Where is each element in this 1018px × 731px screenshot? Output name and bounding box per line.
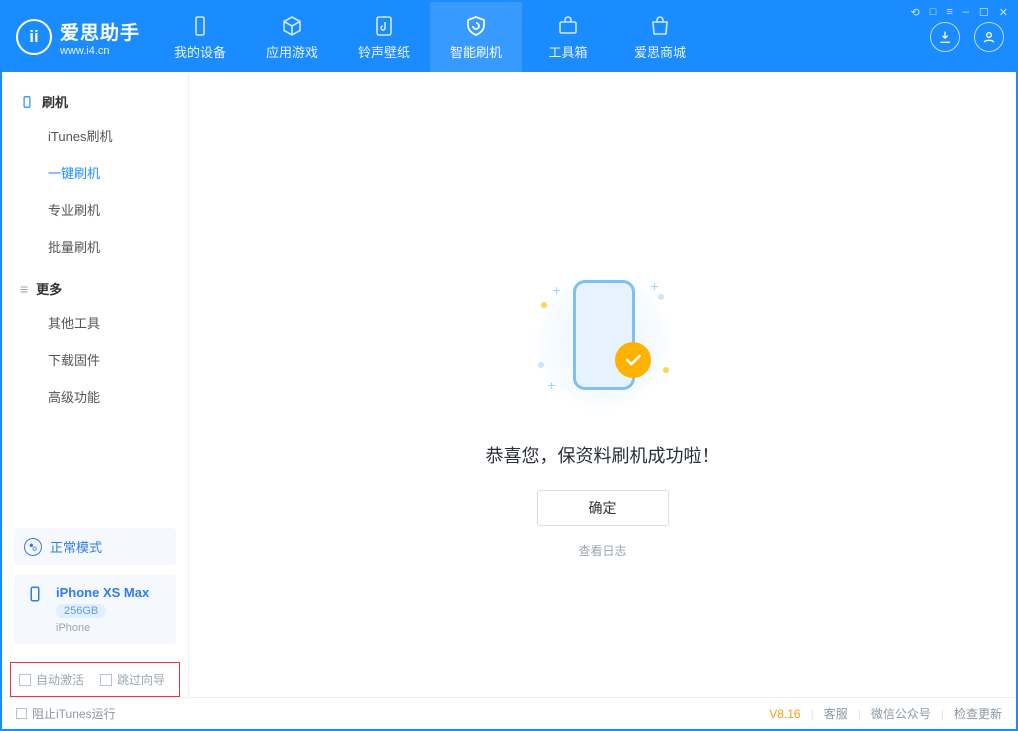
- nav-section-title-more: ≡ 更多: [2, 273, 188, 304]
- nav-item-oneclick-flash[interactable]: 一键刷机: [2, 154, 188, 191]
- mode-box[interactable]: 正常模式: [14, 528, 176, 565]
- main-area: 刷机 iTunes刷机 一键刷机 专业刷机 批量刷机 ≡ 更多 其他工具 下载固…: [2, 72, 1016, 697]
- checkbox-label: 阻止iTunes运行: [32, 705, 116, 722]
- mode-label: 正常模式: [50, 537, 102, 556]
- tab-my-device[interactable]: 我的设备: [154, 2, 246, 72]
- tab-label: 爱思商城: [634, 42, 686, 61]
- footer-link-update[interactable]: 检查更新: [954, 705, 1002, 722]
- music-file-icon: [372, 14, 396, 38]
- nav-item-download-firmware[interactable]: 下载固件: [2, 341, 188, 378]
- device-name: iPhone XS Max: [56, 585, 149, 600]
- checkbox-box-icon: [16, 708, 27, 719]
- menu-icon: ≡: [20, 281, 28, 297]
- tab-store[interactable]: 爱思商城: [614, 2, 706, 72]
- checkbox-label: 跳过向导: [117, 671, 165, 688]
- main-tabs: 我的设备 应用游戏 铃声壁纸 智能刷机 工具箱 爱思商城: [154, 2, 706, 72]
- nav-section-flash: 刷机 iTunes刷机 一键刷机 专业刷机 批量刷机: [2, 86, 188, 265]
- footer-link-support[interactable]: 客服: [824, 705, 848, 722]
- nav-section-label: 更多: [36, 279, 62, 298]
- win-menu-icon[interactable]: ≡: [946, 6, 952, 19]
- checkbox-box-icon: [100, 674, 112, 686]
- checkbox-box-icon: [19, 674, 31, 686]
- tab-flash[interactable]: 智能刷机: [430, 2, 522, 72]
- nav-item-advanced[interactable]: 高级功能: [2, 378, 188, 415]
- nav-item-other-tools[interactable]: 其他工具: [2, 304, 188, 341]
- device-box[interactable]: iPhone XS Max 256GB iPhone: [14, 575, 176, 644]
- device-icon: [188, 14, 212, 38]
- phone-icon: [20, 95, 34, 109]
- device-type: iPhone: [56, 622, 149, 634]
- tab-label: 智能刷机: [450, 42, 502, 61]
- tab-ringtone-wallpaper[interactable]: 铃声壁纸: [338, 2, 430, 72]
- nav-section-title-flash: 刷机: [2, 86, 188, 117]
- checkbox-skip-guide[interactable]: 跳过向导: [100, 671, 165, 688]
- device-panel: 正常模式 iPhone XS Max 256GB iPhone: [2, 518, 188, 654]
- win-sync-icon[interactable]: ⟲: [910, 6, 919, 19]
- win-minimize-icon[interactable]: –: [963, 6, 969, 19]
- device-phone-icon: [26, 585, 46, 605]
- footer-link-wechat[interactable]: 微信公众号: [871, 705, 931, 722]
- nav-item-batch-flash[interactable]: 批量刷机: [2, 228, 188, 265]
- brand: ii 爱思助手 www.i4.cn: [2, 2, 154, 72]
- checkbox-auto-activate[interactable]: 自动激活: [19, 671, 84, 688]
- window-controls: ⟲ □ ≡ – ☐ ✕: [910, 6, 1008, 19]
- tab-apps-games[interactable]: 应用游戏: [246, 2, 338, 72]
- nav-section-more: ≡ 更多 其他工具 下载固件 高级功能: [2, 273, 188, 415]
- check-badge-icon: [615, 342, 651, 378]
- win-maximize-icon[interactable]: ☐: [979, 6, 989, 19]
- mode-status-icon: [24, 538, 42, 556]
- nav-section-label: 刷机: [42, 92, 68, 111]
- tab-label: 我的设备: [174, 42, 226, 61]
- success-message: 恭喜您，保资料刷机成功啦！: [486, 442, 720, 468]
- tab-label: 工具箱: [549, 42, 588, 61]
- tab-toolbox[interactable]: 工具箱: [522, 2, 614, 72]
- footer: 阻止iTunes运行 V8.16 | 客服 | 微信公众号 | 检查更新: [2, 697, 1016, 729]
- win-feedback-icon[interactable]: □: [930, 6, 937, 19]
- view-log-link[interactable]: 查看日志: [578, 542, 626, 559]
- cube-icon: [280, 14, 304, 38]
- checkbox-label: 自动激活: [36, 671, 84, 688]
- tab-label: 铃声壁纸: [358, 42, 410, 61]
- account-button[interactable]: [974, 22, 1004, 52]
- win-close-icon[interactable]: ✕: [999, 6, 1008, 19]
- brand-logo-icon: ii: [16, 19, 52, 55]
- brand-title: 爱思助手: [60, 18, 140, 45]
- sidebar-nav: 刷机 iTunes刷机 一键刷机 专业刷机 批量刷机 ≡ 更多 其他工具 下载固…: [2, 72, 188, 423]
- footer-right: V8.16 | 客服 | 微信公众号 | 检查更新: [769, 705, 1002, 722]
- nav-item-pro-flash[interactable]: 专业刷机: [2, 191, 188, 228]
- checkbox-block-itunes[interactable]: 阻止iTunes运行: [16, 705, 116, 722]
- bag-icon: [648, 14, 672, 38]
- tab-label: 应用游戏: [266, 42, 318, 61]
- content-area: +++ 恭喜您，保资料刷机成功啦！ 确定 查看日志: [189, 72, 1016, 697]
- shield-refresh-icon: [464, 14, 488, 38]
- download-manager-button[interactable]: [930, 22, 960, 52]
- version-label: V8.16: [769, 707, 800, 721]
- brand-subtitle: www.i4.cn: [60, 45, 140, 57]
- toolbox-icon: [556, 14, 580, 38]
- success-illustration: +++: [523, 262, 683, 422]
- nav-item-itunes-flash[interactable]: iTunes刷机: [2, 117, 188, 154]
- titlebar: ⟲ □ ≡ – ☐ ✕ ii 爱思助手 www.i4.cn 我的设备 应用游戏 …: [2, 2, 1016, 72]
- ok-button[interactable]: 确定: [537, 490, 669, 526]
- auto-options-row: 自动激活 跳过向导: [10, 662, 180, 697]
- device-capacity: 256GB: [56, 604, 106, 618]
- sidebar: 刷机 iTunes刷机 一键刷机 专业刷机 批量刷机 ≡ 更多 其他工具 下载固…: [2, 72, 189, 697]
